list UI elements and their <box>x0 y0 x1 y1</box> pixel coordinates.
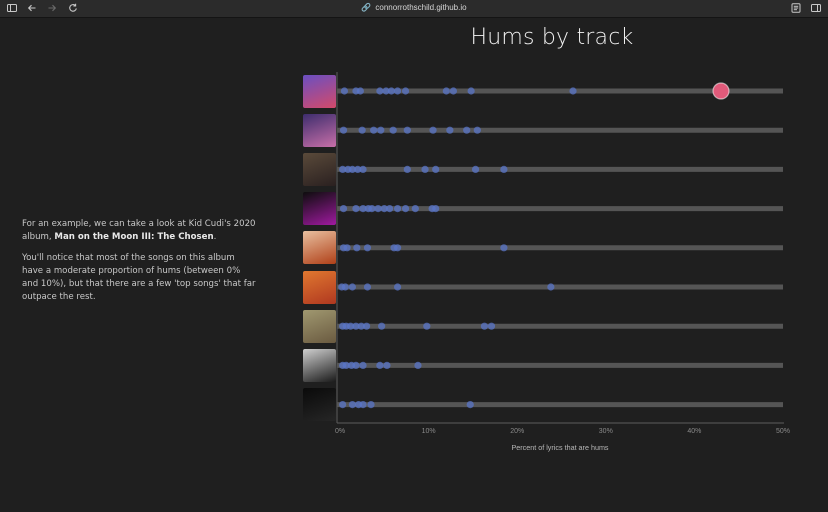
track-dot <box>358 126 366 134</box>
track-dot <box>442 87 450 95</box>
track-dot <box>429 126 437 134</box>
track-dot <box>393 283 402 291</box>
track-dot <box>463 126 471 134</box>
track-dot <box>423 322 431 330</box>
track-dot <box>340 87 349 95</box>
track-dot <box>471 165 480 173</box>
track-dot <box>374 205 382 213</box>
highlight-dot <box>712 82 730 100</box>
track-dot <box>352 205 360 213</box>
x-tick-label: 10% <box>422 428 436 435</box>
track-dot <box>339 126 348 134</box>
track-dot <box>411 205 419 213</box>
track-dot <box>487 322 496 330</box>
track-dot <box>352 361 360 369</box>
x-tick-label: 0% <box>335 428 345 435</box>
track-dot <box>353 244 361 252</box>
x-tick-label: 20% <box>510 428 524 435</box>
x-tick-label: 40% <box>687 428 701 435</box>
track-dot <box>449 87 458 95</box>
track-dot <box>359 165 367 173</box>
track-dot <box>569 87 577 95</box>
x-tick-label: 30% <box>599 428 613 435</box>
track-dot <box>368 205 376 213</box>
track-dot <box>467 87 475 95</box>
track-dot <box>367 401 375 409</box>
track-dot <box>387 87 395 95</box>
track-dot <box>393 244 402 252</box>
track-dot <box>480 322 489 330</box>
hums-scatter-chart: 0% 10% 20% 30% 40% 50% Percent of lyrics that … <box>335 72 790 452</box>
track-dot <box>500 244 508 252</box>
track-dot <box>378 322 386 330</box>
track-dot <box>421 165 429 173</box>
track-dot <box>403 165 411 173</box>
track-dot <box>348 401 357 409</box>
x-tick-label: 50% <box>776 428 790 435</box>
track-dot <box>393 205 402 213</box>
track-dot <box>341 283 349 291</box>
track-dot <box>362 322 371 330</box>
track-dot <box>500 165 508 173</box>
track-dot <box>547 283 555 291</box>
track-dot <box>432 165 440 173</box>
track-dot <box>401 205 410 213</box>
x-axis-label: Percent of lyrics that are hums <box>511 443 608 452</box>
track-dot <box>356 87 364 95</box>
track-dot <box>363 283 372 291</box>
track-dot <box>432 205 440 213</box>
track-dot <box>377 126 385 134</box>
track-dot <box>389 126 397 134</box>
track-dot <box>383 361 391 369</box>
track-dot <box>339 401 347 409</box>
track-dot <box>393 87 402 95</box>
track-dot <box>370 126 378 134</box>
track-dot <box>386 205 394 213</box>
track-dot <box>363 244 372 252</box>
track-dot <box>473 126 481 134</box>
track-dot <box>376 361 384 369</box>
track-dot <box>359 361 367 369</box>
track-dot <box>339 205 348 213</box>
track-dot <box>446 126 454 134</box>
track-dot <box>376 87 384 95</box>
track-dot <box>359 401 367 409</box>
track-dot <box>348 283 357 291</box>
track-dot <box>414 361 422 369</box>
track-dot <box>401 87 410 95</box>
track-dot <box>466 401 474 409</box>
track-dot <box>403 126 411 134</box>
track-dot <box>343 244 351 252</box>
